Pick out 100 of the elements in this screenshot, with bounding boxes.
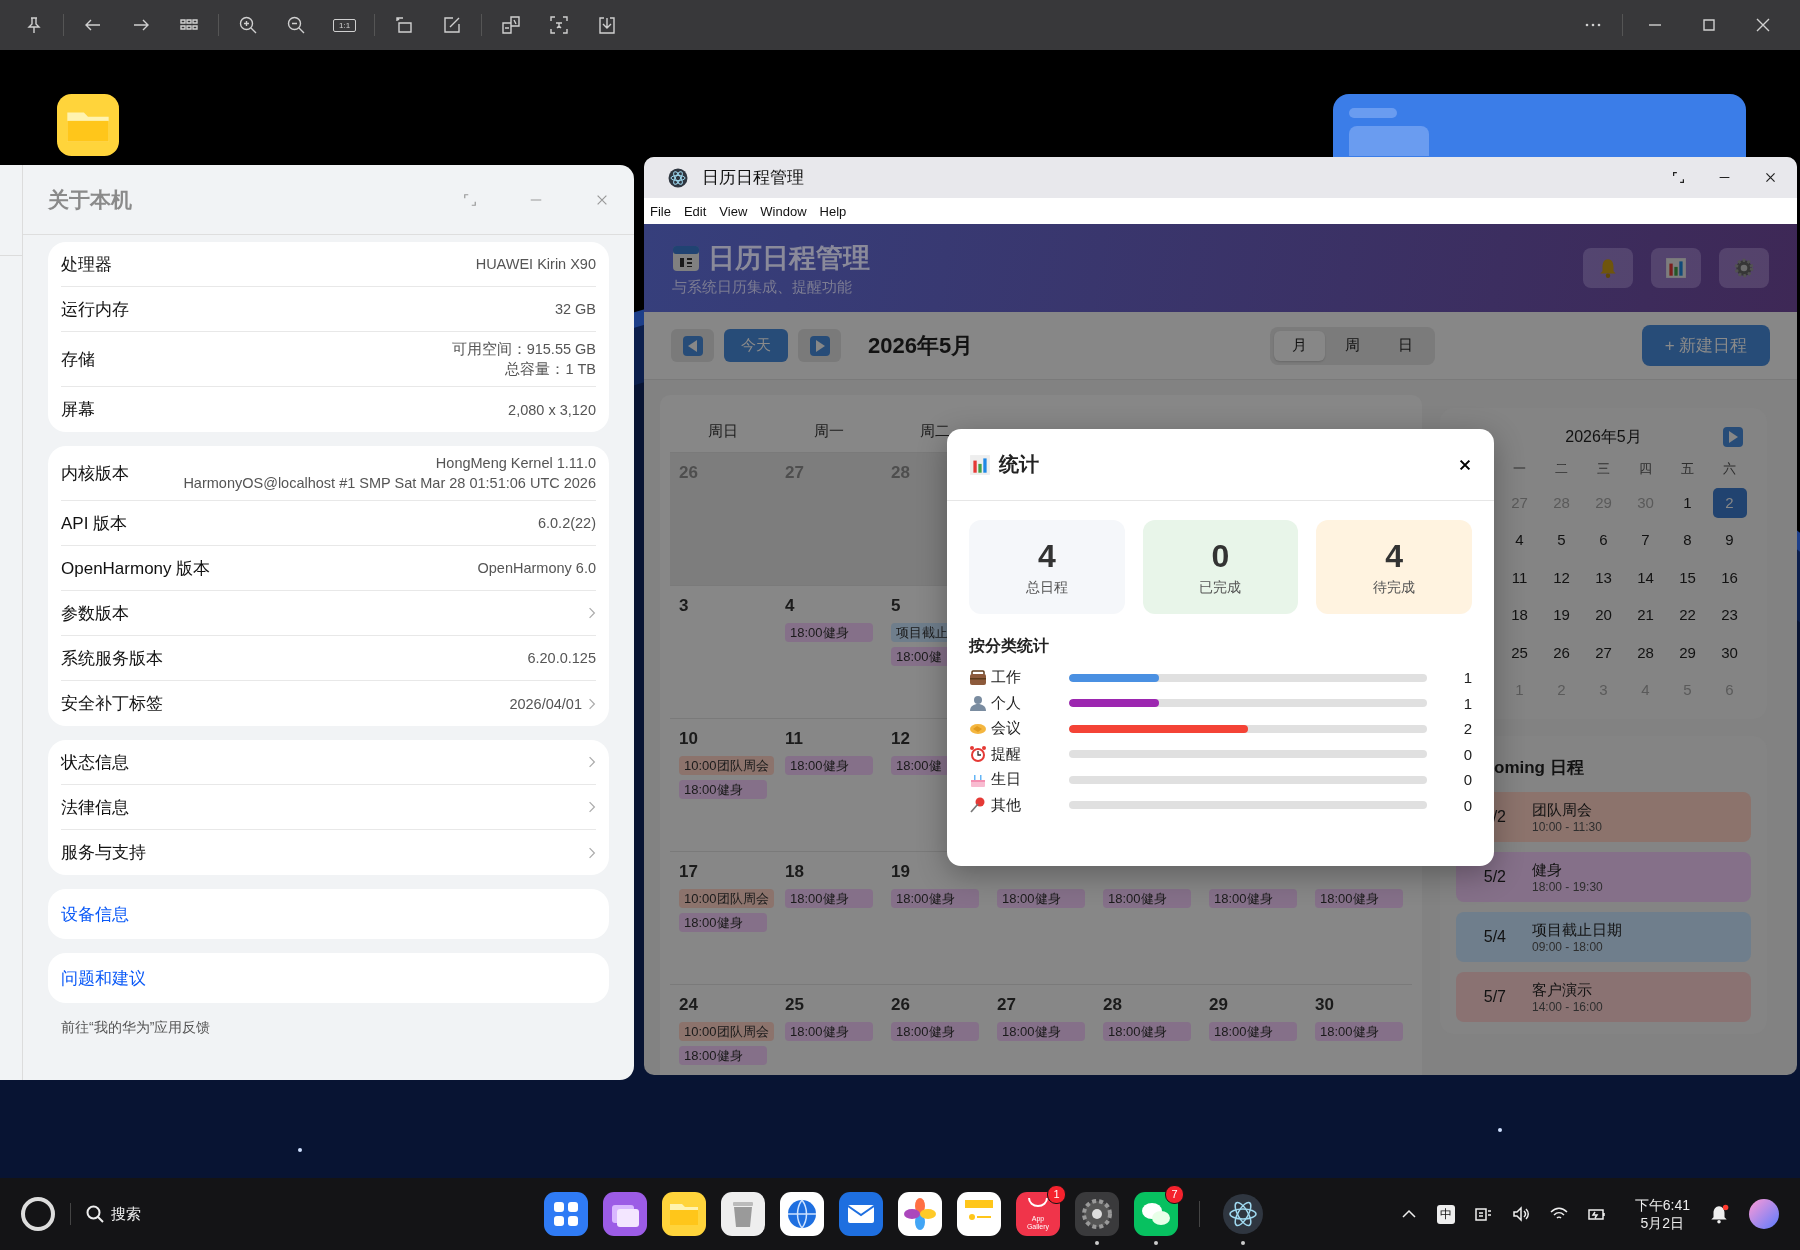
event-chip[interactable]: 10:00团队周会 [679,756,774,775]
next-month-button[interactable] [798,329,841,362]
day-cell[interactable]: 18 18:00健身 [776,852,882,984]
day-cell[interactable]: 17 10:00团队周会 18:00健身 [670,852,776,984]
day-cell[interactable]: 4 18:00健身 [776,586,882,718]
event-chip[interactable]: 18:00健身 [785,623,873,642]
event-chip[interactable]: 10:00团队周会 [679,889,774,908]
statistics-button[interactable] [1651,248,1701,288]
view-tab[interactable]: 日 [1380,330,1432,361]
row-label[interactable]: 安全补丁标签 [61,692,163,715]
day-cell[interactable]: 19 18:00健身 [882,852,988,984]
event-chip[interactable]: 18:00健身 [1315,889,1403,908]
upcoming-event[interactable]: 5/2 健身 18:00 - 19:30 [1456,852,1751,902]
folder-icon[interactable] [662,1192,706,1236]
day-cell[interactable]: 30 18:00健身 [1306,985,1412,1075]
mini-day[interactable]: 8 [1670,525,1705,556]
menu-item[interactable]: View [719,203,748,219]
next-month-button[interactable] [1722,427,1743,447]
mini-day[interactable]: 15 [1670,562,1705,593]
today-button[interactable]: 今天 [724,329,788,362]
trash-icon[interactable] [721,1192,765,1236]
link-text[interactable]: 问题和建议 [61,966,146,990]
globe-icon[interactable] [780,1192,824,1236]
mini-day[interactable]: 1 [1670,487,1705,518]
notes-icon[interactable] [957,1192,1001,1236]
event-chip[interactable]: 18:00健身 [997,889,1085,908]
view-tab[interactable]: 月 [1274,330,1326,361]
event-chip[interactable]: 18:00健身 [785,889,873,908]
menu-item[interactable]: Help [819,203,847,219]
close-icon[interactable] [1458,457,1472,472]
link-card[interactable]: 设备信息 [48,889,609,939]
mini-day[interactable]: 14 [1628,562,1663,593]
day-cell[interactable]: 3 [670,586,776,718]
mini-day[interactable]: 7 [1628,525,1663,556]
link-card[interactable]: 问题和建议 [48,953,609,1003]
mini-day[interactable]: 23 [1712,600,1747,631]
mini-day[interactable]: 25 [1502,637,1537,668]
view-tab[interactable]: 周 [1327,330,1379,361]
mini-day[interactable]: 27 [1586,637,1621,668]
event-chip[interactable]: 18:00健身 [891,889,979,908]
row-label[interactable]: 状态信息 [61,750,129,774]
previous-month-button[interactable] [671,329,714,362]
input-method-indicator[interactable]: 中 [1436,1204,1455,1224]
folder-icon[interactable] [57,94,119,156]
day-cell[interactable]: 24 10:00团队周会 18:00健身 [670,985,776,1075]
mini-day[interactable]: 9 [1712,525,1747,556]
mini-day[interactable]: 19 [1544,600,1579,631]
mini-day[interactable]: 30 [1712,637,1747,668]
avatar-icon[interactable] [1748,1198,1780,1230]
menu-item[interactable]: Window [760,203,807,219]
mini-day[interactable]: 21 [1628,600,1663,631]
mini-day[interactable]: 6 [1586,525,1621,556]
mini-day[interactable]: 18 [1502,600,1537,631]
gear-icon[interactable] [1075,1192,1119,1236]
mini-day[interactable]: 20 [1586,600,1621,631]
atom-icon[interactable] [1221,1192,1265,1236]
day-cell[interactable]: 26 18:00健身 [882,985,988,1075]
mini-day[interactable]: 2 [1712,487,1747,518]
event-chip[interactable]: 18:00健身 [1103,1022,1191,1041]
event-chip[interactable]: 18:00健身 [1209,889,1297,908]
mini-day[interactable]: 5 [1544,525,1579,556]
mini-day[interactable]: 16 [1712,562,1747,593]
mini-day[interactable]: 28 [1628,637,1663,668]
flower-icon[interactable] [898,1192,942,1236]
event-chip[interactable]: 18:00健身 [997,1022,1085,1041]
volume-icon[interactable] [1510,1204,1531,1224]
event-chip[interactable]: 18:00健身 [1103,889,1191,908]
mini-day[interactable]: 11 [1502,562,1537,593]
mini-day[interactable]: 13 [1586,562,1621,593]
day-cell[interactable]: 29 18:00健身 [1200,985,1306,1075]
event-chip[interactable]: 18:00健身 [679,780,767,799]
mini-day[interactable]: 29 [1670,637,1705,668]
mini-day[interactable]: 4 [1502,525,1537,556]
mini-day[interactable]: 22 [1670,600,1705,631]
row-label[interactable]: 法律信息 [61,795,129,819]
event-chip[interactable]: 18:00健身 [679,913,767,932]
menu-item[interactable]: File [650,203,671,219]
day-cell[interactable]: 10 10:00团队周会 18:00健身 [670,719,776,851]
app-grid-icon[interactable] [544,1192,588,1236]
day-cell[interactable]: 11 18:00健身 [776,719,882,851]
event-chip[interactable]: 18:00健身 [891,1022,979,1041]
upcoming-event[interactable]: 5/4 项目截止日期 09:00 - 18:00 [1456,912,1751,962]
upcoming-event[interactable]: 5/7 客户演示 14:00 - 16:00 [1456,972,1751,1022]
close-icon[interactable] [1764,171,1777,184]
link-text[interactable]: 设备信息 [61,902,129,926]
row-label[interactable]: 参数版本 [61,601,129,625]
event-chip[interactable]: 10:00团队周会 [679,1022,774,1041]
event-chip[interactable]: 18:00健身 [679,1046,767,1065]
stacked-cards-icon[interactable] [603,1192,647,1236]
menu-item[interactable]: Edit [683,203,707,219]
actual-size-button[interactable]: 1:1 [333,18,357,32]
day-cell[interactable]: 25 18:00健身 [776,985,882,1075]
mini-day[interactable]: 26 [1544,637,1579,668]
new-event-button[interactable]: + 新建日程 [1642,325,1770,366]
event-chip[interactable]: 18:00健身 [785,756,873,775]
day-cell[interactable]: 28 18:00健身 [1094,985,1200,1075]
clock[interactable]: 下午6:41 5月2日 [1634,1196,1690,1232]
mini-day[interactable]: 12 [1544,562,1579,593]
mail-icon[interactable] [839,1192,883,1236]
start-icon[interactable] [20,1196,56,1232]
